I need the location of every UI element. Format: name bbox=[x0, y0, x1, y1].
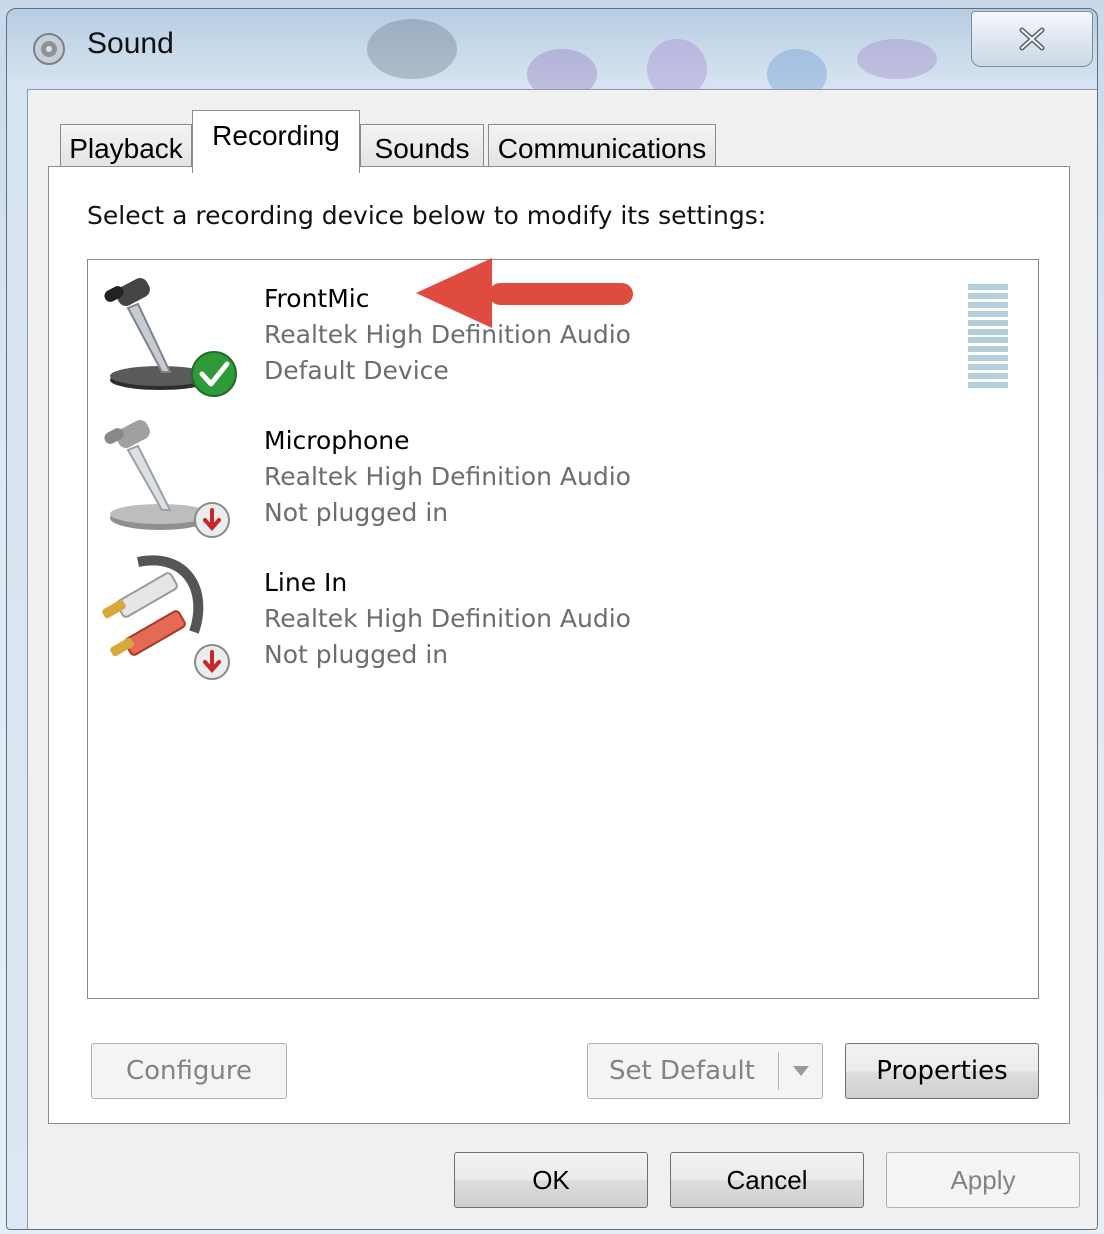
recording-panel: Select a recording device below to modif… bbox=[48, 166, 1070, 1124]
microphone-icon bbox=[104, 420, 230, 538]
unplugged-icon bbox=[194, 644, 230, 680]
microphone-icon bbox=[104, 278, 237, 397]
device-name: Microphone bbox=[264, 426, 410, 455]
properties-button[interactable]: Properties bbox=[845, 1043, 1039, 1099]
tab-playback[interactable]: Playback bbox=[60, 124, 192, 172]
tab-recording[interactable]: Recording bbox=[192, 110, 360, 173]
set-default-label: Set Default bbox=[609, 1056, 755, 1086]
apply-button[interactable]: Apply bbox=[886, 1152, 1080, 1208]
device-driver: Realtek High Definition Audio bbox=[264, 462, 631, 491]
cancel-button[interactable]: Cancel bbox=[670, 1152, 864, 1208]
chevron-down-icon[interactable] bbox=[778, 1052, 822, 1090]
device-status: Not plugged in bbox=[264, 640, 449, 669]
device-status: Not plugged in bbox=[264, 498, 449, 527]
window-title: Sound bbox=[87, 27, 174, 60]
unplugged-icon bbox=[194, 502, 230, 538]
configure-button[interactable]: Configure bbox=[91, 1043, 287, 1099]
sound-dialog: Sound Playback Recording Sounds Communic… bbox=[6, 8, 1098, 1230]
close-icon bbox=[1019, 27, 1045, 51]
set-default-button[interactable]: Set Default bbox=[587, 1043, 823, 1099]
device-list[interactable]: FrontMic Realtek High Definition Audio D… bbox=[87, 259, 1039, 999]
device-driver: Realtek High Definition Audio bbox=[264, 320, 631, 349]
device-name: FrontMic bbox=[264, 284, 370, 313]
speaker-icon bbox=[33, 33, 65, 65]
device-item-microphone[interactable]: Microphone Realtek High Definition Audio… bbox=[88, 402, 1028, 540]
title-bar[interactable]: Sound bbox=[7, 9, 1097, 99]
tab-communications[interactable]: Communications bbox=[488, 124, 716, 172]
tab-sounds[interactable]: Sounds bbox=[360, 124, 484, 172]
instructions-text: Select a recording device below to modif… bbox=[87, 201, 767, 230]
device-item-line-in[interactable]: Line In Realtek High Definition Audio No… bbox=[88, 544, 1028, 682]
device-status: Default Device bbox=[264, 356, 449, 385]
close-button[interactable] bbox=[971, 11, 1093, 67]
device-name: Line In bbox=[264, 568, 348, 597]
default-check-icon bbox=[191, 351, 237, 397]
device-item-frontmic[interactable]: FrontMic Realtek High Definition Audio D… bbox=[88, 260, 1028, 398]
dialog-client-area: Playback Recording Sounds Communications… bbox=[27, 89, 1097, 1229]
line-in-cable-icon bbox=[102, 555, 230, 680]
input-level-meter bbox=[968, 284, 1008, 388]
device-driver: Realtek High Definition Audio bbox=[264, 604, 631, 633]
ok-button[interactable]: OK bbox=[454, 1152, 648, 1208]
